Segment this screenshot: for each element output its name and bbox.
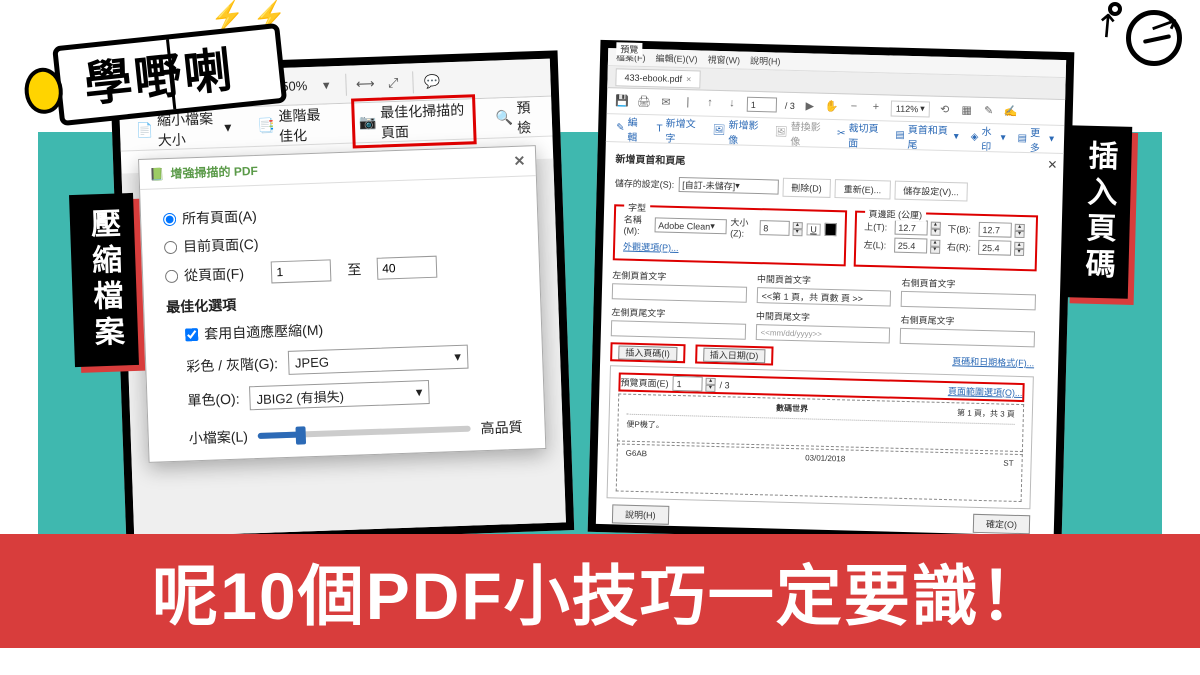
page-range-link[interactable]: 頁面範圍選項(O)... — [948, 386, 1023, 398]
screenshot-header-footer: 檔案(F)編輯(E)(V)視窗(W)說明(H) 433-ebook.pdf × … — [588, 40, 1075, 544]
zoom-out-icon[interactable]: − — [847, 100, 861, 114]
left-header-input[interactable] — [612, 283, 747, 303]
comment-icon[interactable]: 💬 — [423, 72, 442, 91]
page-up-icon[interactable]: ↑ — [703, 96, 717, 110]
preview-group: 預覽 預覽頁面(E) 1 ▴▾ / 3 頁面範圍選項(O)... 數碼世界第 1… — [607, 365, 1034, 509]
saved-settings-select[interactable]: [自訂-未儲存] ▾ — [678, 177, 778, 195]
margin-top-input[interactable]: 12.7 — [894, 220, 927, 236]
underline-icon[interactable]: U — [806, 223, 821, 235]
edit-cmd[interactable]: ✎ 編輯 — [616, 113, 645, 144]
screenshot-compress: ‹ / 40 › − + 50% ▾ ⟷ ⤢ 💬 📄 縮小檔案大小 ▾ 📑 進階… — [110, 50, 574, 545]
footer-preview: G6AB03/01/2018ST — [616, 443, 1023, 502]
tag-insert-page-number: 插入頁碼 — [1064, 125, 1132, 299]
more-cmd[interactable]: ▤ 更多 ▾ — [1017, 123, 1054, 154]
to-page-input[interactable] — [377, 256, 438, 280]
rename-preset-button[interactable]: 重新(E)... — [834, 179, 890, 199]
delete-preset-button[interactable]: 刪除(D) — [782, 178, 831, 198]
preview-page-input[interactable]: 1 — [672, 376, 702, 392]
ok-button[interactable]: 確定(O) — [973, 514, 1030, 534]
right-footer-input[interactable] — [900, 328, 1035, 348]
small-file-label: 小檔案(L) — [188, 426, 248, 448]
optimize-options-header: 最佳化選項 — [166, 285, 518, 317]
insert-page-number-button[interactable]: 插入頁碼(I) — [610, 342, 685, 363]
font-name-select[interactable]: Adobe Clean ▾ — [654, 217, 726, 234]
watermark-cmd[interactable]: ◈ 水印 ▾ — [970, 122, 1006, 153]
mono-mode-select[interactable]: JBIG2 (有損失)▾ — [249, 380, 430, 410]
margin-left-input[interactable]: 25.4 — [894, 238, 927, 254]
quality-slider[interactable] — [258, 426, 471, 439]
high-quality-label: 高品質 — [480, 417, 523, 438]
page-input[interactable]: 1 — [747, 97, 777, 113]
chevron-down-icon: ▾ — [416, 384, 423, 400]
highlight-icon[interactable]: ✎ — [982, 103, 996, 117]
mail-icon[interactable]: ✉ — [659, 95, 673, 109]
font-size-spinner[interactable]: ▴▾ — [792, 221, 802, 235]
hand-icon[interactable]: ✋ — [825, 99, 839, 113]
add-text-cmd[interactable]: T 新增文字 — [656, 114, 701, 145]
close-tab-icon[interactable]: × — [686, 74, 692, 84]
save-preset-button[interactable]: 儲存設定(V)... — [894, 181, 968, 202]
margin-group: 頁邊距 (公厘) 上(T):12.7▴▾ 下(B):12.7▴▾ 左(L):25… — [853, 211, 1038, 272]
close-pane-icon[interactable]: ✕ — [1047, 158, 1057, 172]
appearance-options-link[interactable]: 外觀選項(P)... — [623, 242, 679, 253]
center-header-input[interactable]: <<第 1 頁，共 頁數 頁 >> — [756, 287, 891, 307]
adaptive-compression-checkbox[interactable]: 套用自適應壓縮(M) — [185, 313, 519, 345]
brand-doodle: ↗ ↗ — [1126, 10, 1182, 66]
help-button[interactable]: 說明(H) — [612, 504, 669, 524]
file-tab[interactable]: 433-ebook.pdf × — [615, 68, 700, 88]
radio-all-pages[interactable]: 所有頁面(A) — [163, 197, 515, 229]
print-icon[interactable]: 🖨 — [637, 94, 651, 108]
font-color-swatch[interactable] — [825, 223, 837, 236]
headline-banner: 呢10個PDF小技巧一定要識！ — [0, 534, 1200, 648]
fit-page-icon[interactable]: ⤢ — [384, 73, 403, 92]
from-page-input[interactable] — [271, 259, 332, 283]
page-total: / 3 — [785, 100, 795, 110]
header-preview: 數碼世界第 1 頁，共 3 頁 便P機了。 — [617, 393, 1024, 452]
insert-date-button[interactable]: 插入日期(D) — [695, 344, 774, 365]
left-footer-input[interactable] — [611, 320, 746, 340]
save-icon[interactable]: 💾 — [615, 94, 629, 108]
page-down-icon[interactable]: ↓ — [725, 97, 739, 111]
add-image-cmd[interactable]: 🖼 新增影像 — [712, 115, 763, 146]
layout-icon[interactable]: ▦ — [960, 103, 974, 117]
optimize-scanned-button[interactable]: 📷 最佳化掃描的頁面 — [351, 94, 476, 148]
crop-cmd[interactable]: ✂ 裁切頁面 — [837, 119, 884, 150]
scan-icon: 📗 — [149, 167, 164, 182]
right-header-input[interactable] — [901, 291, 1036, 311]
center-footer-input[interactable]: <<mm/dd/yyyy>> — [755, 324, 890, 344]
color-mode-select[interactable]: JPEG▾ — [288, 345, 469, 375]
fit-width-icon[interactable]: ⟷ — [356, 74, 375, 93]
radio-current-page[interactable]: 目前頁面(C) — [164, 225, 516, 257]
tag-compress: 壓縮檔案 — [69, 193, 139, 367]
replace-image-cmd: 🖼 替換影像 — [774, 117, 825, 148]
sign-icon[interactable]: ✍ — [1004, 104, 1018, 118]
font-group: 字型 名稱(M): Adobe Clean ▾ 大小(Z): 8▴▾ U 外觀選… — [613, 204, 847, 266]
chevron-down-icon: ▾ — [454, 349, 461, 365]
color-mode-label: 彩色 / 灰階(G): — [186, 353, 278, 376]
margin-bottom-input[interactable]: 12.7 — [978, 222, 1011, 238]
zoom-level[interactable]: 112% ▾ — [891, 100, 930, 117]
cursor-icon[interactable]: ▶ — [803, 99, 817, 113]
zoom-in-icon[interactable]: + — [869, 100, 883, 114]
close-icon[interactable]: ✕ — [513, 153, 525, 170]
mono-mode-label: 單色(O): — [187, 389, 240, 411]
enhance-scanned-dialog: 📗 增強掃描的 PDF ✕ 所有頁面(A) 目前頁面(C) 從頁面(F) 至 最… — [138, 145, 546, 463]
page-date-format-link[interactable]: 頁碼和日期格式(F)... — [952, 356, 1034, 368]
margin-right-input[interactable]: 25.4 — [978, 240, 1011, 256]
header-footer-cmd[interactable]: ▤ 頁首和頁尾 ▾ — [895, 120, 959, 152]
chevron-down-icon[interactable]: ▾ — [317, 76, 336, 95]
font-size-input[interactable]: 8 — [759, 220, 789, 236]
radio-from-page[interactable]: 從頁面(F) 至 — [165, 253, 518, 287]
header-footer-pane: 新增頁首和頁尾 ✕ 儲存的設定(S): [自訂-未儲存] ▾ 刪除(D) 重新(… — [596, 142, 1064, 541]
header-text-grid: 左側頁首文字 中間頁首文字<<第 1 頁，共 頁數 頁 >> 右側頁首文字 左側… — [611, 268, 1037, 347]
preflight-button[interactable]: 🔍 預檢 — [488, 92, 542, 142]
rotate-icon[interactable]: ⟲ — [938, 102, 952, 116]
